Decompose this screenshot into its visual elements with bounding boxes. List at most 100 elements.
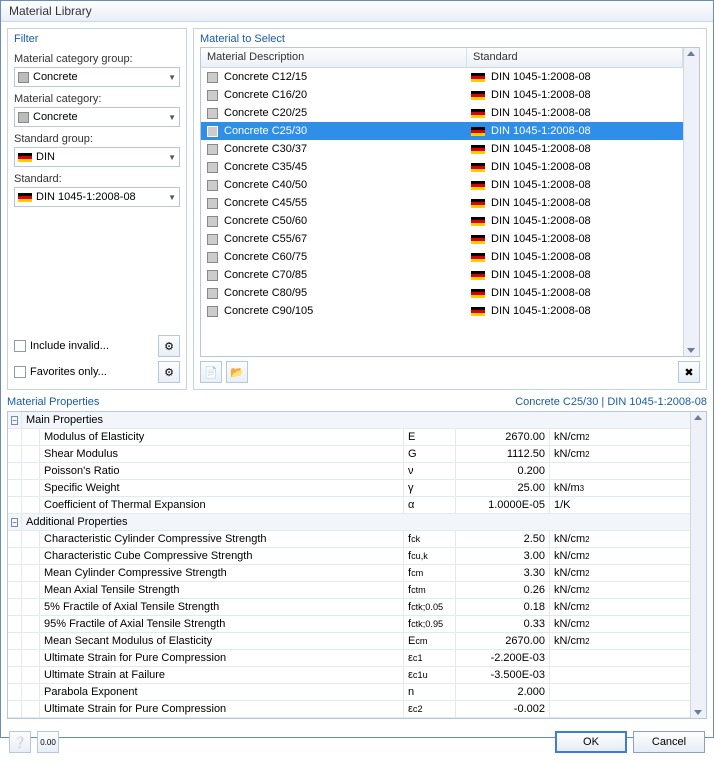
header-standard[interactable]: Standard (467, 48, 683, 67)
material-standard: DIN 1045-1:2008-08 (491, 71, 591, 83)
combo-standard[interactable]: DIN 1045-1:2008-08 ▼ (14, 187, 180, 207)
property-value: 0.26 (456, 582, 550, 598)
material-row[interactable]: Concrete C90/105DIN 1045-1:2008-08 (201, 302, 683, 320)
material-select-panel: Material to Select Material Description … (193, 28, 707, 390)
property-row[interactable]: 95% Fractile of Axial Tensile Strengthfc… (8, 616, 690, 633)
material-description: Concrete C35/45 (224, 161, 307, 173)
material-standard: DIN 1045-1:2008-08 (491, 89, 591, 101)
label-category-group: Material category group: (14, 53, 180, 65)
combo-standard-value: DIN 1045-1:2008-08 (36, 191, 136, 203)
property-row[interactable]: Characteristic Cube Compressive Strength… (8, 548, 690, 565)
property-row[interactable]: Ultimate Strain at Failureεc1u-3.500E-03 (8, 667, 690, 684)
property-row[interactable]: Characteristic Cylinder Compressive Stre… (8, 531, 690, 548)
property-symbol: fcu,k (404, 548, 456, 564)
vertical-scrollbar[interactable] (690, 412, 706, 718)
material-row[interactable]: Concrete C16/20 DIN 1045-1:2008-08 (201, 86, 683, 104)
favorites-settings-button[interactable]: ⚙ (158, 361, 180, 383)
header-description[interactable]: Material Description (201, 48, 467, 67)
property-row[interactable]: Mean Cylinder Compressive Strengthfcm3.3… (8, 565, 690, 582)
property-unit: kN/cm2 (550, 565, 690, 581)
material-row[interactable]: Concrete C55/67 DIN 1045-1:2008-08 (201, 230, 683, 248)
units-icon: 0.00 (40, 738, 56, 747)
property-row[interactable]: Mean Axial Tensile Strengthfctm0.26kN/cm… (8, 582, 690, 599)
property-row[interactable]: Modulus of ElasticityE2670.00kN/cm2 (8, 429, 690, 446)
material-description: Concrete C80/95 (224, 287, 307, 299)
property-unit: kN/cm2 (550, 446, 690, 462)
property-row[interactable]: Ultimate Strain for Pure Compressionεc2-… (8, 701, 690, 718)
flag-de-icon (18, 193, 32, 202)
material-description: Concrete C55/67 (224, 233, 307, 245)
material-standard: DIN 1045-1:2008-08 (491, 215, 591, 227)
material-description: Concrete C16/20 (224, 89, 307, 101)
material-row[interactable]: Concrete C80/95 DIN 1045-1:2008-08 (201, 284, 683, 302)
property-unit (550, 701, 690, 717)
property-row[interactable]: Shear ModulusG1112.50kN/cm2 (8, 446, 690, 463)
combo-category-group[interactable]: Concrete ▼ (14, 67, 180, 87)
filter-title: Filter (14, 33, 180, 45)
material-row[interactable]: Concrete C25/30DIN 1045-1:2008-08 (201, 122, 683, 140)
filter-panel: Filter Material category group: Concrete… (7, 28, 187, 390)
property-value: 2.000 (456, 684, 550, 700)
property-name: Characteristic Cube Compressive Strength (40, 548, 404, 564)
material-standard: DIN 1045-1:2008-08 (491, 125, 591, 137)
material-row[interactable]: Concrete C45/55DIN 1045-1:2008-08 (201, 194, 683, 212)
material-standard: DIN 1045-1:2008-08 (491, 305, 591, 317)
delete-material-button[interactable]: ✖ (678, 361, 700, 383)
vertical-scrollbar[interactable] (683, 48, 699, 356)
material-swatch-icon (207, 90, 218, 101)
property-row[interactable]: Ultimate Strain for Pure Compressionεc1-… (8, 650, 690, 667)
material-swatch-icon (207, 288, 218, 299)
ok-button[interactable]: OK (555, 731, 627, 753)
concrete-swatch-icon (18, 112, 29, 123)
property-row[interactable]: Mean Secant Modulus of ElasticityEcm2670… (8, 633, 690, 650)
properties-context: Concrete C25/30 | DIN 1045-1:2008-08 (515, 396, 707, 408)
property-name: Poisson's Ratio (40, 463, 404, 479)
property-name: Ultimate Strain at Failure (40, 667, 404, 683)
checkbox-favorites-only[interactable] (14, 366, 26, 378)
help-button[interactable]: ❔ (9, 731, 31, 753)
material-row[interactable]: Concrete C20/25DIN 1045-1:2008-08 (201, 104, 683, 122)
material-row[interactable]: Concrete C60/75DIN 1045-1:2008-08 (201, 248, 683, 266)
help-icon: ❔ (13, 736, 27, 749)
units-button[interactable]: 0.00 (37, 731, 59, 753)
property-row[interactable]: Poisson's Ratioν0.200 (8, 463, 690, 480)
property-unit (550, 667, 690, 683)
material-row[interactable]: Concrete C40/50DIN 1045-1:2008-08 (201, 176, 683, 194)
material-swatch-icon (207, 306, 218, 317)
property-symbol: γ (404, 480, 456, 496)
material-row[interactable]: Concrete C12/15DIN 1045-1:2008-08 (201, 68, 683, 86)
new-material-button[interactable]: 📄 (200, 361, 222, 383)
chevron-down-icon: ▼ (168, 193, 176, 202)
property-row[interactable]: Coefficient of Thermal Expansionα1.0000E… (8, 497, 690, 514)
checkbox-include-invalid[interactable] (14, 340, 26, 352)
property-group-header[interactable]: −Additional Properties (8, 514, 690, 531)
property-row[interactable]: Specific Weightγ25.00kN/m3 (8, 480, 690, 497)
property-value: 0.33 (456, 616, 550, 632)
property-group-header[interactable]: −Main Properties (8, 412, 690, 429)
property-unit: kN/cm2 (550, 633, 690, 649)
label-standard-group: Standard group: (14, 133, 180, 145)
concrete-swatch-icon (18, 72, 29, 83)
property-name: Specific Weight (40, 480, 404, 496)
include-invalid-settings-button[interactable]: ⚙ (158, 335, 180, 357)
properties-grid: −Main PropertiesModulus of ElasticityE26… (8, 412, 690, 718)
property-unit (550, 650, 690, 666)
open-library-button[interactable]: 📂 (226, 361, 248, 383)
material-swatch-icon (207, 162, 218, 173)
material-standard: DIN 1045-1:2008-08 (491, 251, 591, 263)
property-value: 2670.00 (456, 429, 550, 445)
material-row[interactable]: Concrete C50/60DIN 1045-1:2008-08 (201, 212, 683, 230)
property-name: Ultimate Strain for Pure Compression (40, 650, 404, 666)
combo-standard-group[interactable]: DIN ▼ (14, 147, 180, 167)
material-row[interactable]: Concrete C30/37DIN 1045-1:2008-08 (201, 140, 683, 158)
property-row[interactable]: Parabola Exponentn2.000 (8, 684, 690, 701)
material-standard: DIN 1045-1:2008-08 (491, 233, 591, 245)
combo-category[interactable]: Concrete ▼ (14, 107, 180, 127)
material-standard: DIN 1045-1:2008-08 (491, 287, 591, 299)
combo-standard-group-value: DIN (36, 151, 55, 163)
material-row[interactable]: Concrete C35/45DIN 1045-1:2008-08 (201, 158, 683, 176)
property-symbol: ν (404, 463, 456, 479)
material-row[interactable]: Concrete C70/85DIN 1045-1:2008-08 (201, 266, 683, 284)
cancel-button[interactable]: Cancel (633, 731, 705, 753)
property-row[interactable]: 5% Fractile of Axial Tensile Strengthfct… (8, 599, 690, 616)
